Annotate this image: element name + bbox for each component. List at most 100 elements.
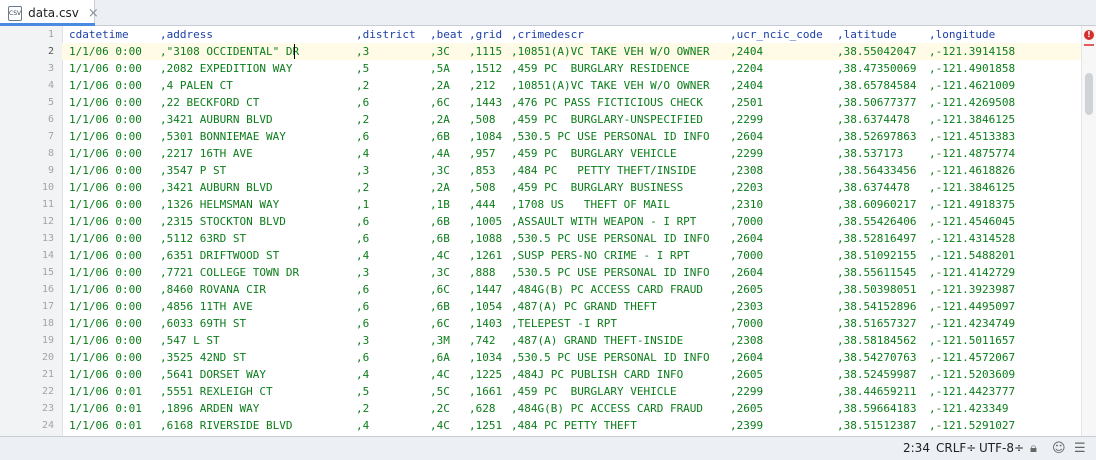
cell-ucr: ,2604 xyxy=(730,266,764,279)
cell-lat: ,latitude xyxy=(837,28,897,41)
cell-grid: ,1251 xyxy=(469,419,503,432)
csv-row[interactable]: 1/1/06 0:00 ,3421 AUBURN BLVD ,2 ,2A ,508 ,45… xyxy=(62,111,1082,128)
csv-header-row[interactable]: cdatetime ,address ,district ,beat ,grid ,cri… xyxy=(62,26,1082,43)
cell-beat: ,4C xyxy=(430,419,450,432)
cell-beat: ,6B xyxy=(430,232,450,245)
cell-crimedescr: ,484 PC PETTY THEFT/INSIDE xyxy=(511,164,697,177)
scrollbar-thumb[interactable] xyxy=(1085,73,1093,115)
encoding-selector[interactable]: UTF-8÷ xyxy=(979,441,1024,455)
editor-area[interactable]: 1 2 3 4 5 6 7 8 9 10 11 12 13 14 15 16 17 18 19 20 21 22 23 24 … xyxy=(0,26,1096,436)
cell-lat: ,38.54152896 xyxy=(837,300,917,313)
tab-data-csv[interactable]: CSV data.csv × xyxy=(0,0,99,26)
cell-beat: ,3C xyxy=(430,164,450,177)
line-number: 10 xyxy=(41,182,54,193)
csv-row[interactable]: 1/1/06 0:01 ,6168 RIVERSIDE BLVD ,4 ,4C ,125… xyxy=(62,417,1082,434)
cell-grid: ,1225 xyxy=(469,368,503,381)
cell-district: ,2 xyxy=(356,113,370,126)
cell-grid: ,1054 xyxy=(469,300,503,313)
lock-icon[interactable]: 🔒︎ xyxy=(1030,441,1037,456)
cell-datetime: 1/1/06 0:00 xyxy=(69,96,142,109)
csv-row[interactable]: 1/1/06 0:00 ,7721 COLLEGE TOWN DR ,3 ,3C ,88… xyxy=(62,264,1082,281)
cell-grid: ,508 xyxy=(469,181,496,194)
line-number: 14 xyxy=(41,250,54,261)
cell-lon: ,-121.4875774 xyxy=(929,147,1016,160)
line-number: 9 xyxy=(47,165,54,176)
csv-row[interactable]: 1/1/06 0:00 ,"3108 OCCIDENTAL" DR ,3 ,3C ,11… xyxy=(62,43,1082,60)
cell-beat: ,4C xyxy=(430,249,450,262)
cell-lat: ,38.51092155 xyxy=(837,249,917,262)
caret-position[interactable]: 2:34 xyxy=(903,441,930,455)
cell-lon: ,-121.5203609 xyxy=(929,368,1016,381)
cell-address: ,3547 P ST xyxy=(160,164,227,177)
csv-row[interactable]: 1/1/06 0:00 ,3547 P ST ,3 ,3C ,853 ,484 PC PE… xyxy=(62,162,1082,179)
cell-lon: ,-121.5291027 xyxy=(929,419,1016,432)
notifications-icon[interactable]: ☰ xyxy=(1074,441,1086,456)
csv-row[interactable]: 1/1/06 0:00 ,3525 42ND ST ,6 ,6A ,1034 ,530.5… xyxy=(62,349,1082,366)
cell-ucr: ,2308 xyxy=(730,164,764,177)
tab-label: data.csv xyxy=(28,6,79,20)
line-ending-selector[interactable]: CRLF÷ xyxy=(936,441,976,455)
vertical-scrollbar[interactable] xyxy=(1081,26,1096,436)
csv-row[interactable]: 1/1/06 0:01 ,5551 REXLEIGH CT ,5 ,5C ,1661 ,4… xyxy=(62,383,1082,400)
cell-beat: ,2A xyxy=(430,79,450,92)
cell-crimedescr: ,10851(A)VC TAKE VEH W/O OWNER xyxy=(511,79,710,92)
csv-row[interactable]: 1/1/06 0:00 ,4 PALEN CT ,2 ,2A ,212 ,10851(A)… xyxy=(62,77,1082,94)
cell-address: ,6033 69TH ST xyxy=(160,317,247,330)
line-number: 8 xyxy=(47,148,54,159)
line-number: 23 xyxy=(41,403,54,414)
cell-datetime: 1/1/06 0:00 xyxy=(69,79,142,92)
csv-row[interactable]: 1/1/06 0:00 ,6351 DRIFTWOOD ST ,4 ,4C ,1261,… xyxy=(62,247,1082,264)
csv-row[interactable]: 1/1/06 0:00 ,2315 STOCKTON BLVD ,6 ,6B ,1005… xyxy=(62,213,1082,230)
line-number: 18 xyxy=(41,318,54,329)
cell-district: ,6 xyxy=(356,232,370,245)
csv-row[interactable]: 1/1/06 0:00 ,2217 16TH AVE ,4 ,4A ,957 ,459 P… xyxy=(62,145,1082,162)
cell-district: ,6 xyxy=(356,317,370,330)
cell-ucr: ,2604 xyxy=(730,232,764,245)
cell-district: ,2 xyxy=(356,181,370,194)
cell-lon: ,-121.4314528 xyxy=(929,232,1016,245)
cell-address: ,3421 AUBURN BLVD xyxy=(160,181,273,194)
csv-row[interactable]: 1/1/06 0:00 ,4856 11TH AVE ,6 ,6B ,1054 ,487(… xyxy=(62,298,1082,315)
cell-crimedescr: ,TELEPEST -I RPT xyxy=(511,317,617,330)
inspector-icon[interactable]: ☺ xyxy=(1052,441,1066,456)
cell-datetime: 1/1/06 0:00 xyxy=(69,62,142,75)
cell-beat: ,6B xyxy=(430,215,450,228)
cell-beat: ,6B xyxy=(430,130,450,143)
csv-row[interactable]: 1/1/06 0:00 ,5641 DORSET WAY ,4 ,4C ,1225 ,48… xyxy=(62,366,1082,383)
line-number: 12 xyxy=(41,216,54,227)
csv-row[interactable]: 1/1/06 0:00 ,1326 HELMSMAN WAY ,1 ,1B ,444 ,1… xyxy=(62,196,1082,213)
csv-row[interactable]: 1/1/06 0:01 ,1896 ARDEN WAY ,2 ,2C ,628 ,484G… xyxy=(62,400,1082,417)
cell-lon: ,-121.3846125 xyxy=(929,181,1016,194)
editor-content[interactable]: cdatetime ,address ,district ,beat ,grid ,cri… xyxy=(62,26,1082,436)
csv-row[interactable]: 1/1/06 0:00 ,5301 BONNIEMAE WAY ,6 ,6B ,1084… xyxy=(62,128,1082,145)
csv-row[interactable]: 1/1/06 0:00 ,547 L ST ,3 ,3M ,742 ,487(A) GRA… xyxy=(62,332,1082,349)
cell-ucr: ,7000 xyxy=(730,317,764,330)
csv-row[interactable]: 1/1/06 0:00 ,8460 ROVANA CIR ,6 ,6C ,1447 ,48… xyxy=(62,281,1082,298)
cell-crimedescr: ,484J PC PUBLISH CARD INFO xyxy=(511,368,684,381)
cell-datetime: 1/1/06 0:00 xyxy=(69,164,142,177)
csv-row[interactable]: 1/1/06 0:00 ,2082 EXPEDITION WAY ,5 ,5A ,151… xyxy=(62,60,1082,77)
cell-ucr: ,2299 xyxy=(730,147,764,160)
csv-row[interactable]: 1/1/06 0:00 ,22 BECKFORD CT ,6 ,6C ,1443 ,476… xyxy=(62,94,1082,111)
cell-address: ,2315 STOCKTON BLVD xyxy=(160,215,286,228)
error-icon[interactable]: ! xyxy=(1084,30,1094,40)
csv-row[interactable]: 1/1/06 0:00 ,6033 69TH ST ,6 ,6C ,1403 ,TELEP… xyxy=(62,315,1082,332)
cell-lat: ,38.55426406 xyxy=(837,215,917,228)
cell-beat: ,4C xyxy=(430,368,450,381)
cell-ucr: ,2404 xyxy=(730,45,764,58)
cell-crimedescr: ,1708 US THEFT OF MAIL xyxy=(511,198,670,211)
line-number: 1 xyxy=(47,29,54,40)
csv-row[interactable]: 1/1/06 0:00 ,3421 AUBURN BLVD ,2 ,2A ,508 ,45… xyxy=(62,179,1082,196)
close-icon[interactable]: × xyxy=(88,7,99,20)
error-stripe-marker[interactable] xyxy=(1084,44,1094,46)
csv-row[interactable]: 1/1/06 0:00 ,5112 63RD ST ,6 ,6B ,1088 ,530.5… xyxy=(62,230,1082,247)
cell-ucr: ,2399 xyxy=(730,419,764,432)
cell-address: ,5301 BONNIEMAE WAY xyxy=(160,130,286,143)
cell-grid: ,1034 xyxy=(469,351,503,364)
cell-beat: ,6A xyxy=(430,351,450,364)
cell-lat: ,38.56433456 xyxy=(837,164,917,177)
cell-crimedescr: ,487(A) PC GRAND THEFT xyxy=(511,300,657,313)
cell-lon: ,-121.4423777 xyxy=(929,385,1016,398)
cell-beat: ,2A xyxy=(430,113,450,126)
cell-crimedescr: ,484G(B) PC ACCESS CARD FRAUD xyxy=(511,402,704,415)
